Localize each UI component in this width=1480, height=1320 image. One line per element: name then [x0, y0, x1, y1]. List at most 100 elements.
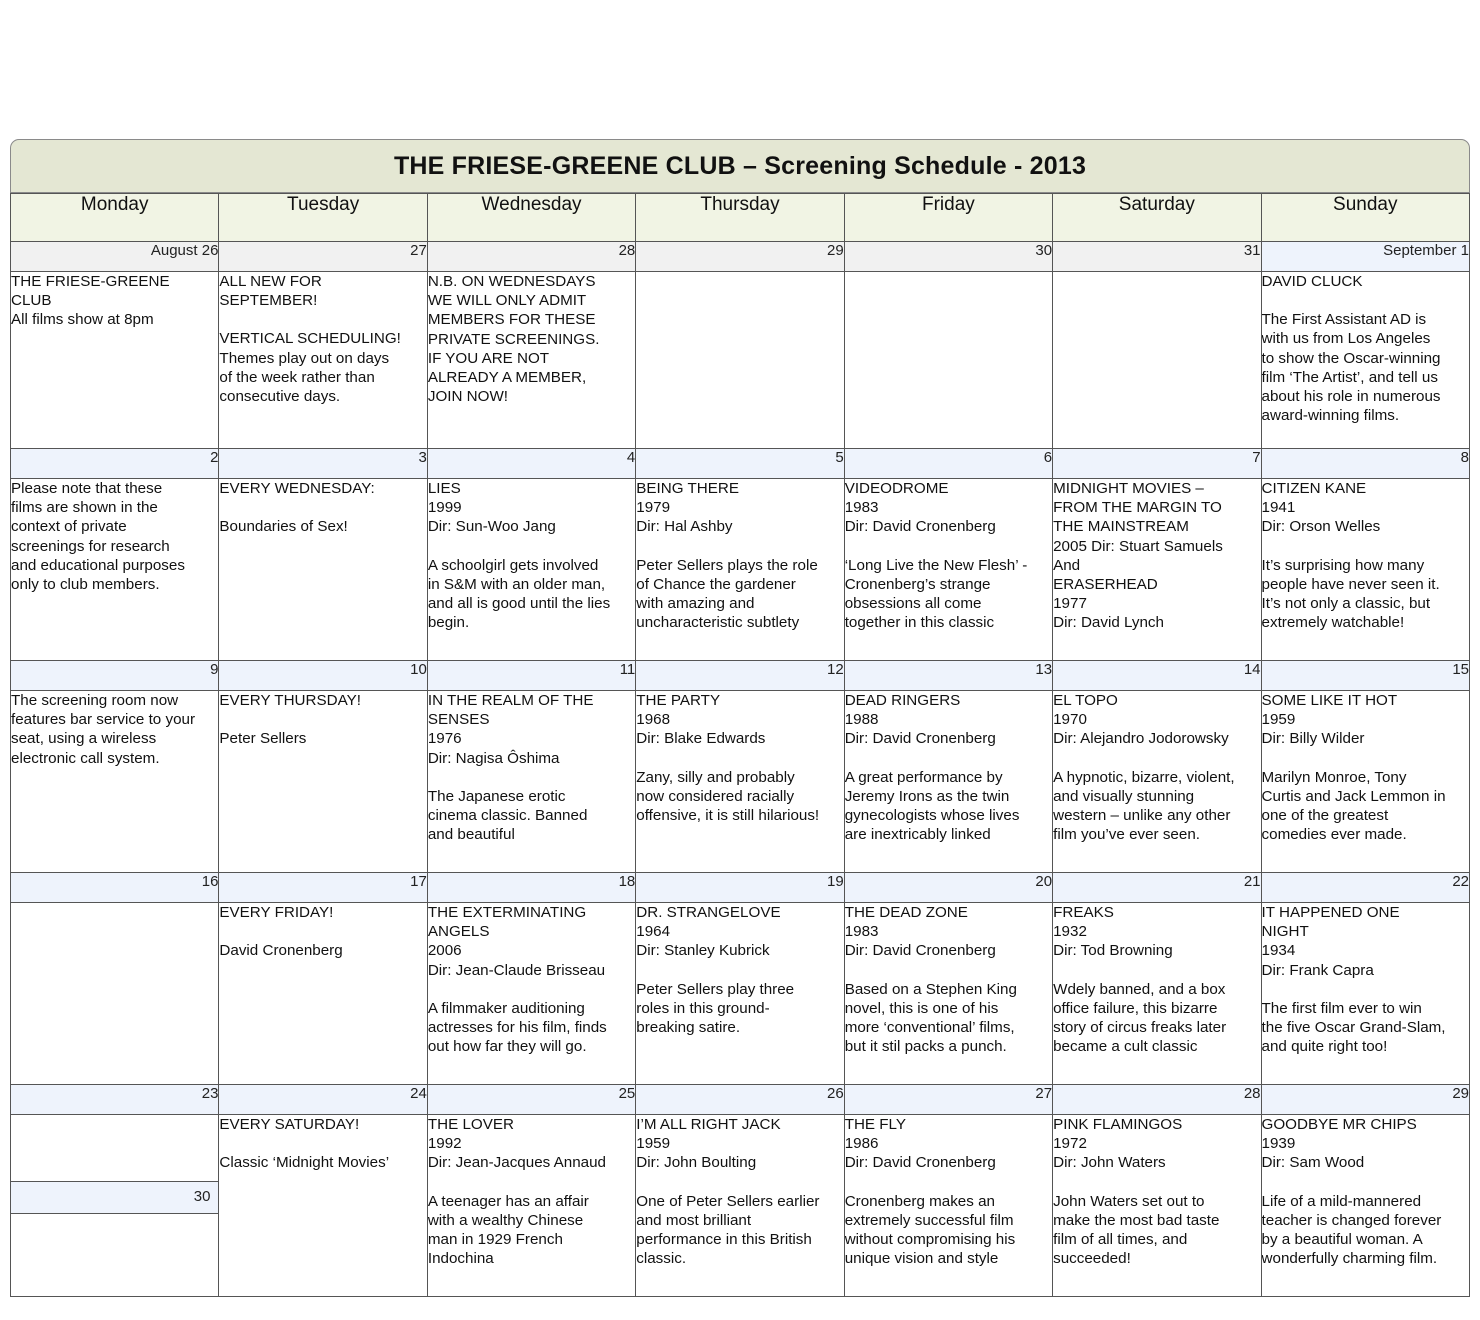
calendar-page: THE FRIESE-GREENE CLUB – Screening Sched…	[9, 139, 1471, 1297]
date-cell-friday[interactable]: 13	[843, 660, 1054, 691]
date-cell-monday[interactable]: 23	[9, 1084, 220, 1115]
event-cell-sunday[interactable]: DAVID CLUCK The First Assistant AD is with…	[1260, 271, 1471, 449]
date-cell-monday[interactable]: August 26	[9, 241, 220, 272]
event-text-line: features bar service to your	[11, 711, 196, 729]
event-cell-monday[interactable]: The screening room now features bar servi…	[9, 690, 220, 873]
event-text-line: A teenager has an affair	[427, 1192, 589, 1210]
date-cell-wednesday[interactable]: 4	[426, 448, 637, 479]
date-cell-friday[interactable]: 27	[843, 1084, 1054, 1115]
event-text-line: now considered racially	[636, 787, 795, 805]
day-header-tuesday: Tuesday	[218, 193, 428, 242]
date-cell-saturday[interactable]: 7	[1052, 448, 1262, 479]
event-text-line: western – unlike any other	[1053, 807, 1231, 825]
date-cell-tuesday[interactable]: 27	[218, 241, 428, 272]
date-cell-thursday[interactable]: 26	[635, 1084, 845, 1115]
event-cell-monday[interactable]: 30	[9, 1114, 220, 1297]
date-cell-saturday[interactable]: 21	[1052, 872, 1262, 903]
date-cell-friday[interactable]: 20	[843, 872, 1054, 903]
event-text-line: begin.	[427, 614, 470, 632]
week-content-row: 30 EVERY SATURDAY! Classic ‘Midnight Movie…	[9, 1114, 1471, 1297]
date-cell-tuesday[interactable]: 24	[218, 1084, 428, 1115]
event-cell-friday[interactable]: DEAD RINGERS 1988 Dir: David Cronenberg A g…	[843, 690, 1054, 873]
event-cell-sunday[interactable]: CITIZEN KANE 1941 Dir: Orson Welles It’s su…	[1260, 478, 1471, 661]
date-cell-saturday[interactable]: 31	[1052, 241, 1262, 272]
event-cell-thursday[interactable]: I’M ALL RIGHT JACK 1959 Dir: John Boulting…	[635, 1114, 845, 1297]
date-cell-saturday[interactable]: 14	[1052, 660, 1262, 691]
event-text-line: Dir: David Cronenberg	[844, 730, 996, 748]
event-cell-wednesday[interactable]: THE LOVER 1992 Dir: Jean-Jacques Annaud A t…	[426, 1114, 637, 1297]
event-cell-tuesday[interactable]: ALL NEW FOR SEPTEMBER! VERTICAL SCHEDULING…	[218, 271, 428, 449]
event-text-line: IT HAPPENED ONE	[1261, 904, 1400, 921]
event-cell-saturday[interactable]	[1052, 271, 1262, 449]
date-cell-thursday[interactable]: 12	[635, 660, 845, 691]
date-cell-thursday[interactable]: 29	[635, 241, 845, 272]
date-cell-monday-overflow[interactable]: 30	[11, 1182, 218, 1214]
event-cell-tuesday[interactable]: EVERY THURSDAY! Peter Sellers	[218, 690, 428, 873]
event-text-line: Dir: Nagisa Ôshima	[427, 749, 560, 767]
date-cell-friday[interactable]: 6	[843, 448, 1054, 479]
event-cell-monday[interactable]	[9, 902, 220, 1085]
event-cell-tuesday[interactable]: EVERY WEDNESDAY: Boundaries of Sex!	[218, 478, 428, 661]
event-text-line: 1941	[1261, 499, 1296, 517]
event-text-line: Indochina	[427, 1250, 494, 1268]
date-cell-wednesday[interactable]: 28	[426, 241, 637, 272]
event-cell-wednesday[interactable]: IN THE REALM OF THE SENSES 1976 Dir: Nagisa…	[426, 690, 637, 873]
event-cell-monday-overflow[interactable]	[11, 1214, 218, 1296]
date-cell-wednesday[interactable]: 25	[426, 1084, 637, 1115]
event-cell-thursday[interactable]: DR. STRANGELOVE 1964 Dir: Stanley Kubrick P…	[635, 902, 845, 1085]
event-text-line: Dir: David Cronenberg	[844, 518, 996, 536]
date-cell-sunday[interactable]: 8	[1260, 448, 1471, 479]
event-cell-saturday[interactable]: MIDNIGHT MOVIES – FROM THE MARGIN TO THE M…	[1052, 478, 1262, 661]
date-cell-thursday[interactable]: 5	[635, 448, 845, 479]
date-cell-sunday[interactable]: September 1	[1260, 241, 1471, 272]
event-cell-saturday[interactable]: EL TOPO 1970 Dir: Alejandro Jodorowsky A hy…	[1052, 690, 1262, 873]
event-cell-thursday[interactable]: THE PARTY 1968 Dir: Blake Edwards Zany, sil…	[635, 690, 845, 873]
date-cell-tuesday[interactable]: 3	[218, 448, 428, 479]
event-text-line: offensive, it is still hilarious!	[636, 807, 820, 825]
date-cell-monday[interactable]: 16	[9, 872, 220, 903]
event-cell-monday[interactable]	[11, 1115, 218, 1182]
date-cell-saturday[interactable]: 28	[1052, 1084, 1262, 1115]
event-text-line: Dir: Tod Browning	[1053, 942, 1173, 960]
date-cell-wednesday[interactable]: 18	[426, 872, 637, 903]
event-cell-saturday[interactable]: FREAKS 1932 Dir: Tod Browning Wdely banned,…	[1052, 902, 1262, 1085]
date-cell-sunday[interactable]: 15	[1260, 660, 1471, 691]
event-cell-friday[interactable]: VIDEODROME 1983 Dir: David Cronenberg ‘Long…	[843, 478, 1054, 661]
event-cell-monday[interactable]: Please note that these films are shown in…	[9, 478, 220, 661]
date-cell-monday[interactable]: 9	[9, 660, 220, 691]
date-cell-thursday[interactable]: 19	[635, 872, 845, 903]
date-cell-tuesday[interactable]: 17	[218, 872, 428, 903]
monday-split-container: 30	[11, 1115, 218, 1296]
event-text-line: to show the Oscar-winning	[1261, 349, 1441, 367]
date-cell-friday[interactable]: 30	[843, 241, 1054, 272]
event-cell-friday[interactable]: THE DEAD ZONE 1983 Dir: David Cronenberg Ba…	[843, 902, 1054, 1085]
event-cell-thursday[interactable]	[635, 271, 845, 449]
event-cell-sunday[interactable]: GOODBYE MR CHIPS 1939 Dir: Sam Wood Life of…	[1260, 1114, 1471, 1297]
event-cell-thursday[interactable]: BEING THERE 1979 Dir: Hal Ashby Peter Selle…	[635, 478, 845, 661]
event-text-line: Dir: David Cronenberg	[844, 942, 996, 960]
event-text-line: became a cult classic	[1053, 1038, 1198, 1056]
event-cell-sunday[interactable]: SOME LIKE IT HOT 1959 Dir: Billy Wilder Mar…	[1260, 690, 1471, 873]
event-text-line: together in this classic	[844, 614, 995, 632]
date-cell-tuesday[interactable]: 10	[218, 660, 428, 691]
event-cell-wednesday[interactable]: N.B. ON WEDNESDAYS WE WILL ONLY ADMIT MEMB…	[426, 271, 637, 449]
event-cell-tuesday[interactable]: EVERY SATURDAY! Classic ‘Midnight Movies’	[218, 1114, 428, 1297]
event-cell-wednesday[interactable]: LIES 1999 Dir: Sun-Woo Jang A schoolgirl ge…	[426, 478, 637, 661]
event-cell-monday[interactable]: THE FRIESE-GREENE CLUB All films show at 8…	[9, 271, 220, 449]
event-text-line: by a beautiful woman. A	[1261, 1231, 1423, 1249]
event-cell-friday[interactable]	[843, 271, 1054, 449]
date-cell-monday[interactable]: 2	[9, 448, 220, 479]
event-cell-sunday[interactable]: IT HAPPENED ONE NIGHT 1934 Dir: Frank Capra…	[1260, 902, 1471, 1085]
event-cell-saturday[interactable]: PINK FLAMINGOS 1972 Dir: John Waters John W…	[1052, 1114, 1262, 1297]
event-cell-tuesday[interactable]: EVERY FRIDAY! David Cronenberg	[218, 902, 428, 1085]
event-text-line: Dir: Jean-Jacques Annaud	[427, 1154, 606, 1172]
event-text-line: obsessions all come	[844, 595, 982, 613]
event-text-line: extremely successful film	[844, 1211, 1014, 1229]
event-cell-wednesday[interactable]: THE EXTERMINATING ANGELS 2006 Dir: Jean-Cla…	[426, 902, 637, 1085]
event-text-line: The First Assistant AD is	[1261, 311, 1427, 329]
date-cell-sunday[interactable]: 29	[1260, 1084, 1471, 1115]
date-cell-wednesday[interactable]: 11	[426, 660, 637, 691]
date-cell-sunday[interactable]: 22	[1260, 872, 1471, 903]
event-cell-friday[interactable]: THE FLY 1986 Dir: David Cronenberg Cronenbe…	[843, 1114, 1054, 1297]
event-text-line: 1979	[636, 499, 671, 517]
